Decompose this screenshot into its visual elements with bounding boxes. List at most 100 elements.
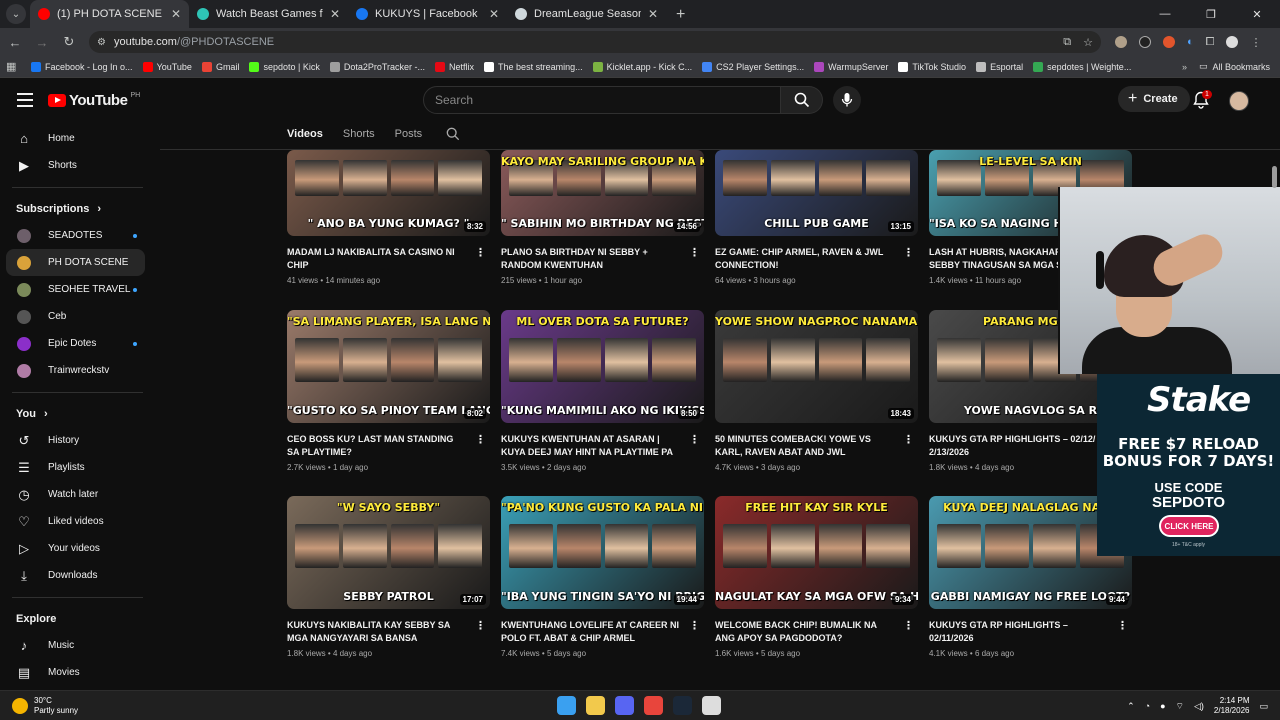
video-more-icon[interactable]: ⋮ (475, 246, 486, 259)
video-title[interactable]: CEO BOSS KU? LAST MAN STANDING SA PLAYTI… (287, 433, 467, 459)
tab-close-icon[interactable]: ✕ (648, 7, 658, 21)
sidebar-item[interactable]: ⤓ Downloads (6, 562, 145, 589)
account-avatar[interactable] (1229, 91, 1249, 111)
video-title[interactable]: KWENTUHANG LOVELIFE AT CAREER NI POLO FT… (501, 619, 681, 645)
tab-close-icon[interactable]: ✕ (489, 7, 499, 21)
bookmark-item[interactable]: The best streaming... (479, 61, 588, 72)
bookmark-item[interactable]: Gmail (197, 61, 245, 72)
video-card[interactable]: CHILL PUB GAME 13:15 EZ GAME: CHIP ARMEL, … (715, 150, 918, 285)
menu-icon[interactable] (17, 93, 33, 107)
bookmark-item[interactable]: sepdoto | Kick (244, 61, 324, 72)
all-bookmarks[interactable]: ▭ All Bookmarks (1199, 61, 1280, 72)
apps-grid-icon[interactable]: ▦ (6, 60, 26, 73)
bookmark-item[interactable]: Esportal (971, 61, 1028, 72)
discord-icon[interactable] (615, 696, 634, 715)
video-more-icon[interactable]: ⋮ (903, 433, 914, 446)
install-app-icon[interactable]: ⧉ (1063, 36, 1071, 49)
video-thumbnail[interactable]: YOWE SHOW NAGPROC NANAMAN 18:43 (715, 310, 918, 423)
sidebar-item[interactable]: ☰ Playlists (6, 454, 145, 481)
bookmark-item[interactable]: Dota2ProTracker -... (325, 61, 430, 72)
video-more-icon[interactable]: ⋮ (689, 619, 700, 632)
video-thumbnail[interactable]: CHILL PUB GAME 13:15 (715, 150, 918, 236)
subscriptions-heading[interactable]: Subscriptions › (0, 196, 155, 222)
video-thumbnail[interactable]: "SA LIMANG PLAYER, ISA LANG NATIRA" "GUST… (287, 310, 490, 423)
video-card[interactable]: "PA'NO KUNG GUSTO KA PALA NI BRIGIDA?""I… (501, 496, 704, 658)
tray-app-icon[interactable]: ◔ (1145, 701, 1150, 711)
chrome-icon[interactable] (644, 696, 663, 715)
bookmark-item[interactable]: WarmupServer (809, 61, 893, 72)
weather-widget[interactable]: 30°C Partly sunny (12, 696, 78, 716)
channel-search-icon[interactable] (446, 127, 460, 141)
bookmark-item[interactable]: YouTube (138, 61, 197, 72)
youtube-logo[interactable]: YouTube PH (48, 92, 140, 109)
bookmark-item[interactable]: sepdotes | Weighte... (1028, 61, 1136, 72)
network-icon[interactable]: ⌔ (1176, 701, 1184, 712)
bookmark-item[interactable]: Facebook - Log In o... (26, 61, 138, 72)
you-heading[interactable]: You › (0, 401, 155, 427)
browser-tab[interactable]: KUKUYS | Facebook ✕ (348, 0, 507, 28)
bookmark-item[interactable]: CS2 Player Settings... (697, 61, 809, 72)
video-title[interactable]: 50 MINUTES COMEBACK! YOWE VS KARL, RAVEN… (715, 433, 895, 459)
tab-close-icon[interactable]: ✕ (171, 7, 181, 21)
tab-videos[interactable]: Videos (287, 128, 323, 140)
browser-menu-icon[interactable]: ⋮ (1250, 36, 1261, 49)
reload-icon[interactable]: ↻ (57, 34, 81, 50)
video-more-icon[interactable]: ⋮ (903, 246, 914, 259)
video-title[interactable]: KUKUYS GTA RP HIGHLIGHTS – 02/11/2026 (929, 619, 1109, 645)
more-bookmarks-icon[interactable]: » (1170, 62, 1199, 72)
profile-icon[interactable] (1226, 36, 1239, 48)
bookmark-item[interactable]: TikTok Studio (893, 61, 971, 72)
extension-icon[interactable]: ◐ (1187, 36, 1194, 48)
video-thumbnail[interactable]: ML OVER DOTA SA FUTURE? "KUNG MAMIMILI AK… (501, 310, 704, 423)
browser-tab[interactable]: DreamLeague Season 28 - Liqu ✕ (507, 0, 666, 28)
sidebar-item[interactable]: ♪ Music (6, 632, 145, 659)
address-bar[interactable]: ⚙ youtube.com/@PHDOTASCENE ⧉ ☆ (89, 31, 1101, 53)
sidebar-item[interactable]: ♡ Liked videos (6, 508, 145, 535)
video-card[interactable]: ML OVER DOTA SA FUTURE? "KUNG MAMIMILI AK… (501, 310, 704, 472)
video-more-icon[interactable]: ⋮ (689, 433, 700, 446)
video-thumbnail[interactable]: " ANO BA YUNG KUMAG? " 8:32 (287, 150, 490, 236)
minimize-icon[interactable]: — (1142, 0, 1188, 28)
browser-tab[interactable]: Watch Beast Games full HD on ✕ (189, 0, 348, 28)
notifications-center-icon[interactable]: ▭ (1259, 701, 1268, 712)
extension-icon[interactable] (1139, 36, 1151, 48)
extensions-puzzle-icon[interactable]: ⧠ (1206, 36, 1215, 49)
bookmark-item[interactable]: Netflix (430, 61, 479, 72)
sidebar-item[interactable]: ↺ History (6, 427, 145, 454)
browser-tab[interactable]: (1) PH DOTA SCENE - YouTube ✕ (30, 0, 189, 28)
video-card[interactable]: "SA LIMANG PLAYER, ISA LANG NATIRA" "GUST… (287, 310, 490, 472)
back-icon[interactable]: ← (3, 35, 27, 50)
tab-close-icon[interactable]: ✕ (330, 7, 340, 21)
video-more-icon[interactable]: ⋮ (475, 433, 486, 446)
video-more-icon[interactable]: ⋮ (1117, 619, 1128, 632)
video-card[interactable]: "W SAYO SEBBY" SEBBY PATROL 17:07 KUKUYS NA… (287, 496, 490, 658)
sidebar-item[interactable]: ▤ Movies (6, 659, 145, 686)
tab-posts[interactable]: Posts (395, 128, 423, 140)
tab-search-icon[interactable]: ⌄ (6, 4, 26, 24)
video-title[interactable]: MADAM LJ NAKIBALITA SA CASINO NI CHIP (287, 246, 467, 272)
volume-icon[interactable]: ◁) (1194, 701, 1204, 712)
video-title[interactable]: PLANO SA BIRTHDAY NI SEBBY + RANDOM KWEN… (501, 246, 681, 272)
video-card[interactable]: " ANO BA YUNG KUMAG? " 8:32 MADAM LJ NAKIB… (287, 150, 490, 285)
sidebar-item[interactable]: ⌂ Home (6, 125, 145, 152)
video-title[interactable]: WELCOME BACK CHIP! BUMALIK NA ANG APOY S… (715, 619, 895, 645)
sidebar-item[interactable]: ◷ Watch later (6, 481, 145, 508)
voice-search-button[interactable] (833, 86, 861, 114)
restore-icon[interactable]: ❐ (1188, 0, 1234, 28)
extension-icon[interactable] (1115, 36, 1127, 48)
sidebar-item[interactable]: ▶ Shorts (6, 152, 145, 179)
bookmark-item[interactable]: Kicklet.app - Kick C... (588, 61, 698, 72)
search-input[interactable]: Search (423, 86, 781, 114)
new-tab-icon[interactable]: + (666, 6, 695, 28)
sidebar-item[interactable]: SEADOTES (6, 222, 145, 249)
video-card[interactable]: KAYO MAY SARILING GROUP NA KAMA" SABIHIN… (501, 150, 704, 285)
create-button[interactable]: + Create (1118, 86, 1190, 112)
start-icon[interactable] (557, 696, 576, 715)
microphone-tray-icon[interactable]: ● (1160, 701, 1165, 711)
video-thumbnail[interactable]: "W SAYO SEBBY" SEBBY PATROL 17:07 (287, 496, 490, 609)
search-button[interactable] (781, 86, 823, 114)
close-window-icon[interactable]: ✕ (1234, 0, 1280, 28)
clock[interactable]: 2:14 PM 2/18/2026 (1214, 696, 1250, 716)
site-info-icon[interactable]: ⚙ (97, 37, 106, 48)
sidebar-item[interactable]: Trainwreckstv (6, 357, 145, 384)
